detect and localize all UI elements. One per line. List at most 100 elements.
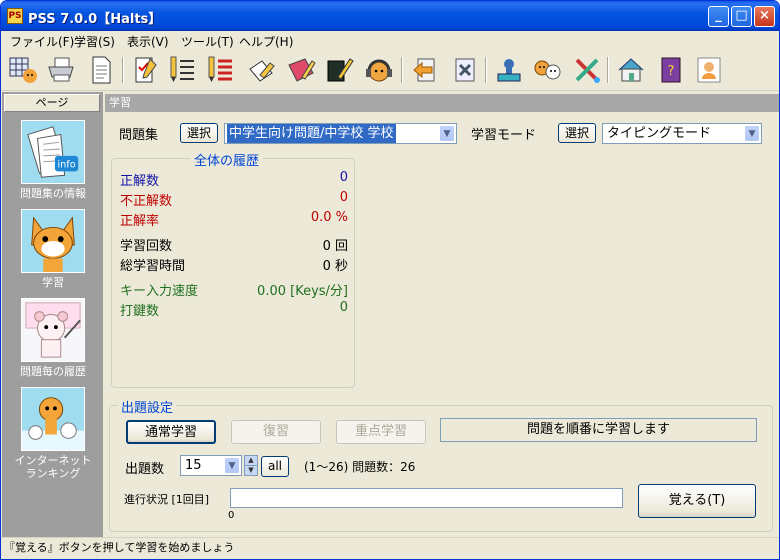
menu-study[interactable]: 学習(S)	[74, 33, 115, 50]
svg-text:info: info	[57, 160, 75, 171]
question-count-label: 出題数	[125, 462, 165, 477]
study-mode-combo[interactable]: タイピングモード ▼	[602, 123, 762, 144]
history-value: 0 回	[322, 239, 348, 254]
document-icon[interactable]	[85, 54, 117, 86]
menu-view[interactable]: 表示(V)	[127, 33, 169, 50]
all-button[interactable]: all	[261, 456, 289, 477]
history-row-keystrokes: 打鍵数 0	[120, 300, 348, 319]
spinner-down-icon[interactable]: ▼	[245, 466, 257, 475]
menu-help[interactable]: ヘルプ(H)	[239, 33, 293, 50]
maximize-button[interactable]: □	[731, 6, 752, 27]
sidebar-item-ranking[interactable]: インターネット ランキング	[5, 387, 101, 480]
question-count-value: 15	[185, 458, 202, 473]
status-bar: 『覚える』ボタンを押して学習を始めましょう	[1, 537, 779, 559]
progress-value: 0	[228, 510, 235, 521]
sidebar-item-info[interactable]: info 問題集の情報	[5, 120, 101, 200]
headphone-cat-icon[interactable]	[363, 54, 395, 86]
sidebar-header: ページ	[4, 94, 100, 112]
spinner-up-icon[interactable]: ▲	[245, 456, 257, 466]
settings-title: 出題設定	[118, 397, 177, 416]
history-key: 学習回数	[120, 239, 173, 254]
history-value: 0	[339, 170, 348, 185]
chevron-down-icon[interactable]: ▼	[744, 125, 760, 142]
range-text: (1〜26) 問題数：26	[304, 460, 416, 474]
history-row-correct: 正解数 0	[120, 170, 348, 189]
problem-set-label: 問題集	[119, 128, 159, 143]
close-button[interactable]: ×	[754, 6, 775, 27]
history-value: 0.00 [Keys/分]	[257, 284, 348, 299]
cat-dog-icon[interactable]	[531, 54, 563, 86]
history-key: 打鍵数	[120, 304, 160, 319]
history-key: キー入力速度	[120, 284, 199, 299]
menu-tools[interactable]: ツール(T)	[181, 33, 234, 50]
history-row-accuracy: 正解率 0.0 %	[120, 210, 348, 229]
list-red-icon[interactable]	[205, 54, 237, 86]
history-value: 0	[339, 300, 348, 315]
sidebar-item-study[interactable]: 学習	[5, 209, 101, 289]
ranking-characters-icon	[21, 387, 85, 451]
grid-cat-icon[interactable]	[7, 54, 39, 86]
arrow-left-icon[interactable]	[409, 54, 441, 86]
sidebar-item-label: インターネット ランキング	[14, 454, 92, 480]
history-key: 総学習時間	[120, 259, 186, 274]
history-row-incorrect: 不正解数 0	[120, 190, 348, 209]
minimize-button[interactable]: _	[708, 6, 729, 27]
study-mode-value: タイピングモード	[607, 126, 712, 141]
checklist-icon[interactable]	[129, 54, 161, 86]
printer-icon[interactable]	[45, 54, 77, 86]
svg-text:?: ?	[668, 64, 675, 79]
stamp-icon[interactable]	[493, 54, 525, 86]
main-header: 学習	[105, 94, 779, 112]
history-title: 全体の履歴	[190, 150, 264, 169]
history-group: 全体の履歴 正解数 0 不正解数 0 正解率 0.0 % 学習回数 0 回 総学習時間 0…	[111, 150, 355, 388]
history-value: 0	[339, 190, 348, 205]
tools-icon[interactable]	[571, 54, 603, 86]
study-mode-label: 学習モード	[471, 128, 537, 143]
chevron-down-icon[interactable]: ▼	[439, 125, 455, 142]
history-key: 不正解数	[120, 194, 173, 209]
memorize-button[interactable]: 覚える(T)	[638, 484, 756, 518]
mode-status-box: 問題を順番に学習します	[440, 418, 757, 442]
review-button[interactable]: 復習	[231, 420, 321, 444]
bear-teacher-icon	[21, 298, 85, 362]
question-count-spinner[interactable]: ▲ ▼	[244, 455, 258, 476]
main-panel: 学習 問題集 選択 中学生向け問題/中学校 学校 ▼ 学習モード 選択 タイピン…	[105, 92, 779, 537]
cat-character-icon	[21, 209, 85, 273]
progress-label: 進行状況 [1回目]	[124, 493, 210, 506]
help-book-icon[interactable]: ?	[655, 54, 687, 86]
history-key: 正解率	[120, 214, 160, 229]
problem-set-combo[interactable]: 中学生向け問題/中学校 学校 ▼	[224, 123, 457, 144]
sidebar-item-label: 学習	[42, 276, 64, 289]
history-key: 正解数	[120, 174, 160, 189]
window-title: PSS 7.0.0【Halts】	[28, 12, 162, 27]
sidebar-item-history[interactable]: 問題毎の履歴	[5, 298, 101, 378]
house-icon[interactable]	[615, 54, 647, 86]
app-icon: PS	[7, 8, 23, 24]
sidebar-item-label: 問題毎の履歴	[20, 365, 86, 378]
book-pencil-icon[interactable]	[323, 54, 355, 86]
history-value: 0.0 %	[310, 210, 348, 225]
history-row-total-time: 総学習時間 0 秒	[120, 255, 348, 274]
history-row-sessions: 学習回数 0 回	[120, 235, 348, 254]
menu-file[interactable]: ファイル(F)	[10, 33, 74, 50]
delete-icon[interactable]	[449, 54, 481, 86]
problem-set-select-button[interactable]: 選択	[180, 123, 218, 143]
sidebar-item-label: 問題集の情報	[20, 187, 86, 200]
normal-study-button[interactable]: 通常学習	[126, 420, 216, 444]
problem-set-value: 中学生向け問題/中学校 学校	[227, 124, 396, 143]
focus-study-button[interactable]: 重点学習	[336, 420, 426, 444]
notebook-icon[interactable]	[285, 54, 317, 86]
progress-bar	[230, 488, 623, 508]
toolbar: ?	[1, 49, 779, 91]
settings-group: 出題設定 通常学習 復習 重点学習 問題を順番に学習します 出題数 15 ▼ ▲…	[109, 397, 773, 532]
person-icon[interactable]	[693, 54, 725, 86]
study-mode-select-button[interactable]: 選択	[558, 123, 596, 143]
list-pencil-icon[interactable]	[167, 54, 199, 86]
info-papers-icon: info	[21, 120, 85, 184]
menu-bar: ファイル(F) 学習(S) 表示(V) ツール(T) ヘルプ(H)	[1, 31, 779, 49]
chevron-down-icon[interactable]: ▼	[224, 457, 240, 474]
sidebar: ページ info 問題集の情報 学習 問題毎の履歴 インターネット ランキング	[2, 92, 103, 537]
eraser-icon[interactable]	[245, 54, 277, 86]
title-bar[interactable]: PS PSS 7.0.0【Halts】 _ □ ×	[1, 1, 779, 31]
question-count-combo[interactable]: 15 ▼	[180, 455, 242, 476]
